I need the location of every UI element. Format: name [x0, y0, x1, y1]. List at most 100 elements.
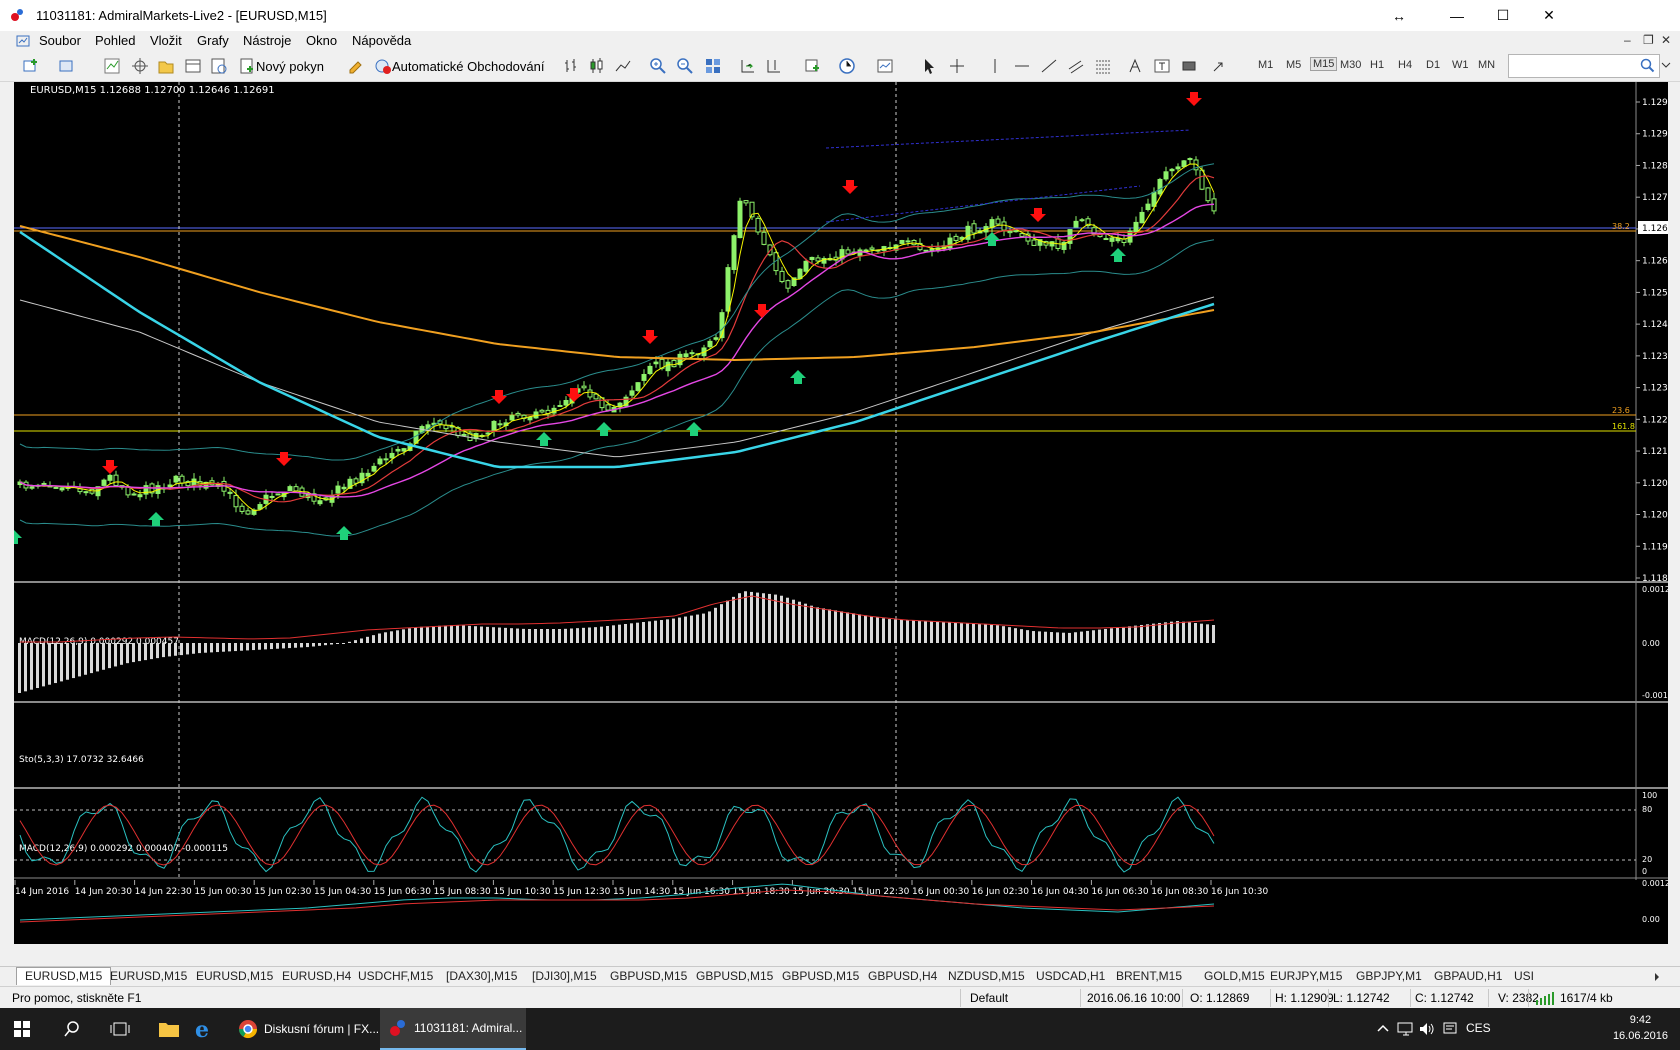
chart-tab[interactable]: USDCAD,H1 — [1036, 969, 1105, 983]
arrows-icon[interactable] — [1210, 57, 1228, 75]
zoom-out-icon[interactable] — [676, 57, 694, 75]
menu-napoveda[interactable]: Nápověda — [352, 33, 411, 48]
chart-tab[interactable]: USDCHF,M15 — [358, 969, 433, 983]
search-taskbar-icon[interactable] — [64, 1021, 80, 1037]
chart-shift-icon[interactable] — [765, 57, 783, 75]
tile-windows-icon[interactable] — [704, 57, 722, 75]
menu-pohled[interactable]: Pohled — [95, 33, 135, 48]
mdi-minimize-button[interactable]: – — [1624, 33, 1631, 47]
price-chart-svg[interactable]: EURUSD,M15 1.12688 1.12700 1.12646 1.126… — [6, 82, 1680, 944]
strategy-tester-icon[interactable] — [210, 57, 228, 75]
toolbar-dropdown-icon[interactable] — [1660, 57, 1672, 73]
text-label-icon[interactable] — [1153, 57, 1171, 75]
market-watch-icon[interactable] — [103, 57, 121, 75]
chart-tab[interactable]: BRENT,M15 — [1116, 969, 1182, 983]
chart-tab[interactable]: [DAX30],M15 — [446, 969, 517, 983]
indicators-icon[interactable] — [804, 57, 822, 75]
chart-tab[interactable]: EURUSD,M15 — [196, 969, 273, 983]
auto-trading-icon[interactable] — [374, 57, 392, 75]
timeframe-h1[interactable]: H1 — [1370, 59, 1384, 71]
menu-vlozit[interactable]: Vložit — [150, 33, 182, 48]
macd-histogram-bar — [348, 641, 351, 643]
menu-soubor[interactable]: Soubor — [39, 33, 81, 48]
chart-tab[interactable]: NZDUSD,M15 — [948, 969, 1025, 983]
search-input[interactable] — [1508, 54, 1660, 78]
vertical-line-icon[interactable] — [986, 57, 1004, 75]
bar-chart-icon[interactable] — [562, 57, 580, 75]
chart-tab[interactable]: USI — [1514, 969, 1534, 983]
language-indicator[interactable]: CES — [1466, 1021, 1491, 1035]
tray-up-chevron-icon[interactable] — [1376, 1022, 1390, 1036]
templates-icon[interactable] — [876, 57, 894, 75]
chart-tab[interactable]: EURUSD,H4 — [282, 969, 351, 983]
auto-trading-button[interactable]: Automatické Obchodování — [392, 56, 544, 76]
price-axis-label: 1.12915 — [1642, 130, 1668, 140]
chart-tab[interactable]: GBPUSD,M15 — [696, 969, 773, 983]
file-explorer-icon[interactable] — [158, 1019, 180, 1039]
line-chart-icon[interactable] — [614, 57, 632, 75]
timeframe-m1[interactable]: M1 — [1258, 59, 1273, 71]
timeframe-d1[interactable]: D1 — [1426, 59, 1440, 71]
timeframe-w1[interactable]: W1 — [1452, 59, 1469, 71]
navigator-icon[interactable] — [157, 57, 175, 75]
periods-clock-icon[interactable] — [838, 57, 856, 75]
cursor-icon[interactable] — [920, 57, 938, 75]
text-icon[interactable] — [1126, 57, 1144, 75]
resize-arrows-icon[interactable]: ↔ — [1376, 0, 1422, 31]
taskbar-clock[interactable]: 9:42 16.06.2016 — [1613, 1012, 1668, 1044]
taskbar-app-metatrader[interactable]: 11031181: Admiral... — [380, 1008, 526, 1050]
search-icon[interactable] — [1640, 58, 1655, 73]
chart-tab[interactable]: GOLD,M15 — [1204, 969, 1265, 983]
horizontal-line-icon[interactable] — [1013, 57, 1031, 75]
equidistant-channel-icon[interactable] — [1067, 57, 1085, 75]
minimize-button[interactable]: — — [1434, 0, 1480, 31]
stoch-axis-label: 20 — [1642, 855, 1652, 864]
timeframe-m30[interactable]: M30 — [1340, 59, 1361, 71]
maximize-button[interactable]: ☐ — [1480, 0, 1526, 31]
tab-scroll-right-icon[interactable] — [1650, 970, 1664, 984]
rectangle-icon[interactable] — [1180, 57, 1198, 75]
menu-nastroje[interactable]: Nástroje — [243, 33, 291, 48]
mdi-restore-button[interactable]: ❐ — [1643, 33, 1654, 47]
task-view-icon[interactable] — [110, 1020, 130, 1038]
timeframe-h4[interactable]: H4 — [1398, 59, 1412, 71]
chart-tab[interactable]: GBPJPY,M1 — [1356, 969, 1422, 983]
notifications-icon[interactable] — [1442, 1021, 1458, 1037]
menu-grafy[interactable]: Grafy — [197, 33, 229, 48]
mdi-close-button[interactable]: ✕ — [1661, 33, 1671, 47]
chart-tab[interactable]: GBPUSD,H4 — [868, 969, 937, 983]
crosshair-icon[interactable] — [948, 57, 966, 75]
crosshair-nav-icon[interactable] — [131, 57, 149, 75]
chart-window-icon[interactable] — [16, 34, 30, 48]
auto-scroll-icon[interactable] — [739, 57, 757, 75]
chart-tab[interactable]: GBPUSD,M15 — [782, 969, 859, 983]
new-chart-icon[interactable] — [22, 57, 40, 75]
network-icon[interactable] — [1397, 1021, 1415, 1037]
metaeditor-icon[interactable] — [347, 57, 365, 75]
timeframe-m15[interactable]: M15 — [1310, 57, 1338, 71]
new-order-button[interactable]: Nový pokyn — [256, 56, 324, 76]
zoom-in-icon[interactable] — [649, 57, 667, 75]
chart-tab[interactable]: GBPAUD,H1 — [1434, 969, 1502, 983]
chart-tab[interactable]: EURJPY,M15 — [1270, 969, 1342, 983]
profiles-icon[interactable] — [58, 57, 76, 75]
chart-area[interactable]: EURUSD,M15 1.12688 1.12700 1.12646 1.126… — [6, 82, 1680, 944]
timeframe-mn[interactable]: MN — [1478, 59, 1495, 71]
edge-browser-icon[interactable]: e — [194, 1018, 216, 1040]
trendline-icon[interactable] — [1040, 57, 1058, 75]
terminal-icon[interactable] — [184, 57, 202, 75]
timeframe-m5[interactable]: M5 — [1286, 59, 1301, 71]
fibonacci-icon[interactable] — [1094, 57, 1112, 75]
chart-tab[interactable]: EURUSD,M15 — [110, 969, 187, 983]
windows-start-icon[interactable] — [14, 1021, 30, 1037]
candlestick-icon[interactable] — [588, 57, 606, 75]
volume-icon[interactable] — [1418, 1021, 1434, 1037]
macd-histogram-bar — [582, 627, 585, 643]
chart-tab[interactable]: GBPUSD,M15 — [610, 969, 687, 983]
chart-tab[interactable]: [DJI30],M15 — [532, 969, 597, 983]
taskbar-app-chrome[interactable]: Diskusní fórum | FX... — [230, 1008, 384, 1050]
close-button[interactable]: ✕ — [1526, 0, 1572, 31]
new-order-icon[interactable] — [238, 57, 256, 75]
menu-okno[interactable]: Okno — [306, 33, 337, 48]
chart-tab[interactable]: EURUSD,M15 — [16, 967, 112, 985]
